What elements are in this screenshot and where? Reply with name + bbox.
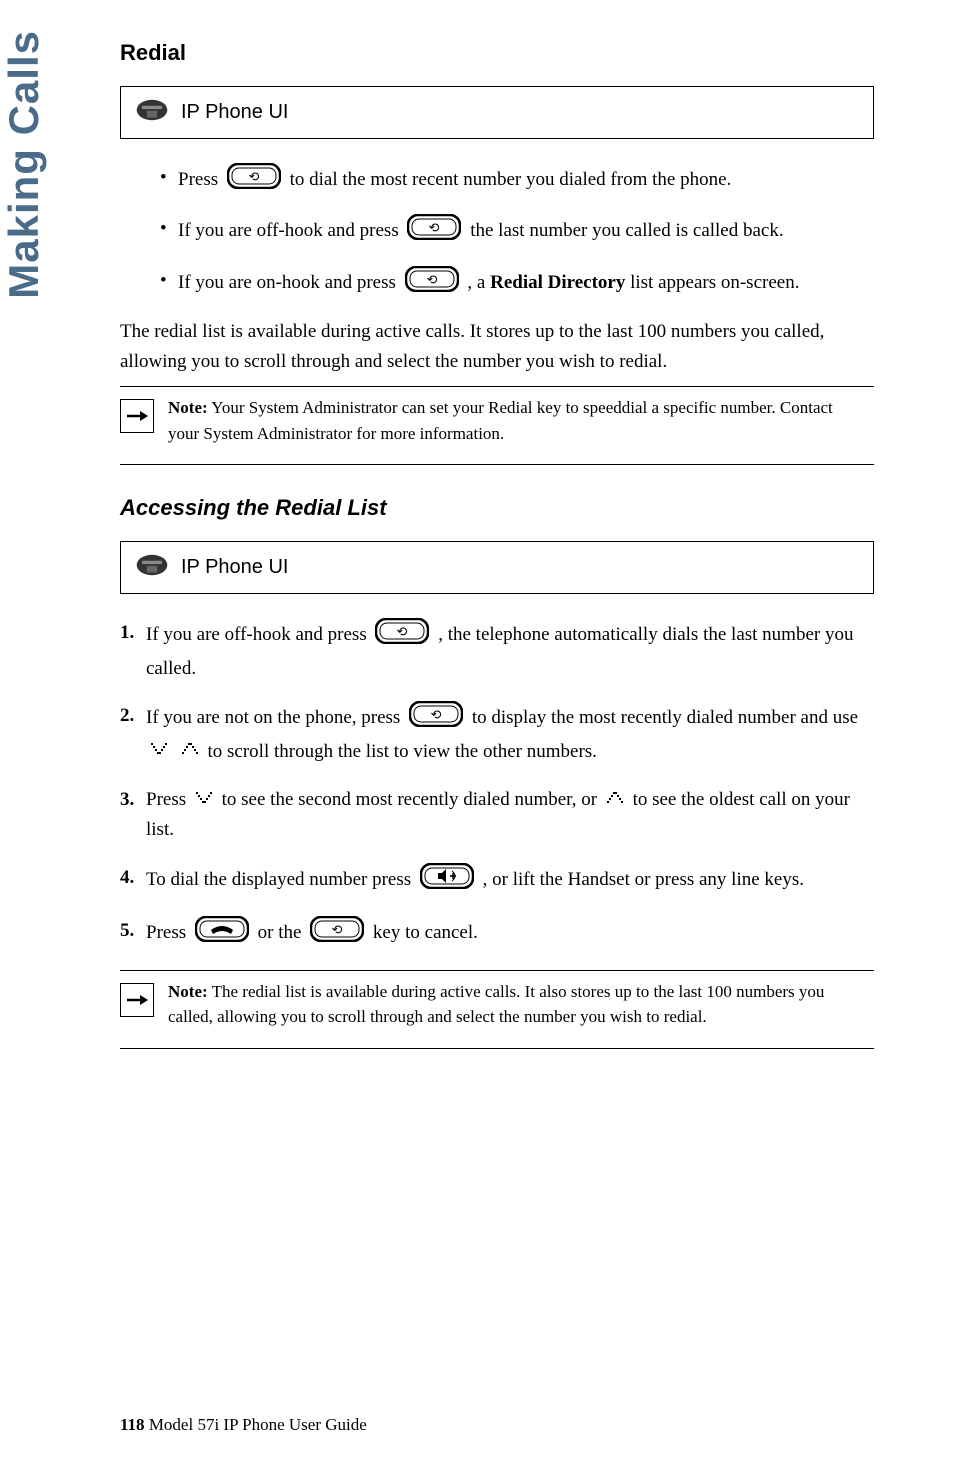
note-block: Note: The redial list is available durin… <box>120 970 874 1049</box>
ip-phone-ui-label: IP Phone UI <box>181 101 288 124</box>
up-arrow-icon <box>605 786 625 815</box>
section-title: Redial <box>120 40 874 66</box>
redial-key-icon: ⟲ <box>405 266 459 301</box>
bullet-item: Press ⟲ to dial the most recent number y… <box>160 163 874 198</box>
text: the last number you called is called bac… <box>470 221 783 242</box>
redial-key-icon: ⟲ <box>407 214 461 249</box>
text: list appears on-screen. <box>625 272 799 293</box>
note-arrow-icon <box>120 983 154 1017</box>
note-body: Your System Administrator can set your R… <box>168 398 833 443</box>
down-arrow-icon <box>194 786 214 815</box>
footer-text: Model 57i IP Phone User Guide <box>145 1415 367 1434</box>
goodbye-key-icon <box>195 916 249 951</box>
step-number: 2. <box>120 701 134 730</box>
step-number: 5. <box>120 916 134 945</box>
bullet-item: If you are on-hook and press ⟲ , a Redia… <box>160 266 874 301</box>
text: If you are on-hook and press <box>178 272 396 293</box>
ip-phone-ui-box: IP Phone UI <box>120 541 874 594</box>
text: To dial the displayed number press <box>146 869 416 890</box>
svg-text:⟲: ⟲ <box>332 922 343 937</box>
page-footer: 118 Model 57i IP Phone User Guide <box>120 1415 367 1435</box>
svg-text:⟲: ⟲ <box>397 624 408 639</box>
note-text: Note: Your System Administrator can set … <box>168 395 874 446</box>
up-arrow-icon <box>180 737 200 766</box>
svg-text:⟲: ⟲ <box>426 272 437 287</box>
note-block: Note: Your System Administrator can set … <box>120 386 874 465</box>
step-item: 2. If you are not on the phone, press ⟲ … <box>120 701 874 767</box>
bullet-list: Press ⟲ to dial the most recent number y… <box>160 163 874 301</box>
redial-key-icon: ⟲ <box>227 163 281 198</box>
side-tab-label: Making Calls <box>0 30 48 299</box>
step-item: 5. Press or the ⟲ key to cancel. <box>120 916 874 951</box>
note-body: The redial list is available during acti… <box>168 982 824 1027</box>
text: Press <box>146 789 191 810</box>
step-item: 3. Press to see the second most recently… <box>120 785 874 845</box>
down-arrow-icon <box>149 737 169 766</box>
redial-key-icon: ⟲ <box>310 916 364 951</box>
text: If you are off-hook and press <box>178 221 399 242</box>
text: to display the most recently dialed numb… <box>472 707 858 728</box>
text: to scroll through the list to view the o… <box>208 741 597 762</box>
page-number: 118 <box>120 1415 145 1434</box>
text: or the <box>258 922 307 943</box>
svg-text:⟲: ⟲ <box>429 220 440 235</box>
text: , or lift the Handset or press any line … <box>483 869 804 890</box>
text: Press <box>178 169 218 190</box>
step-number: 1. <box>120 618 134 647</box>
step-number: 4. <box>120 863 134 892</box>
text: Press <box>146 922 191 943</box>
redial-key-icon: ⟲ <box>375 618 429 653</box>
ip-phone-ui-label: IP Phone UI <box>181 556 288 579</box>
step-item: 1. If you are off-hook and press ⟲ , the… <box>120 618 874 683</box>
note-text: Note: The redial list is available durin… <box>168 979 874 1030</box>
bullet-item: If you are off-hook and press ⟲ the last… <box>160 214 874 249</box>
text-bold: Redial Directory <box>490 272 625 293</box>
note-label: Note: <box>168 398 208 417</box>
subheading: Accessing the Redial List <box>120 495 874 521</box>
text: , a <box>467 272 490 293</box>
phone-icon <box>135 552 169 583</box>
numbered-list: 1. If you are off-hook and press ⟲ , the… <box>120 618 874 951</box>
text: to see the second most recently dialed n… <box>222 789 602 810</box>
text: to dial the most recent number you diale… <box>290 169 732 190</box>
phone-icon <box>135 97 169 128</box>
step-number: 3. <box>120 785 134 814</box>
paragraph: The redial list is available during acti… <box>120 317 874 376</box>
svg-text:⟲: ⟲ <box>248 169 259 184</box>
speaker-key-icon <box>420 863 474 898</box>
redial-key-icon: ⟲ <box>409 701 463 736</box>
text: If you are off-hook and press <box>146 624 371 645</box>
text: If you are not on the phone, press <box>146 707 405 728</box>
ip-phone-ui-box: IP Phone UI <box>120 86 874 139</box>
text: key to cancel. <box>373 922 478 943</box>
note-label: Note: <box>168 982 208 1001</box>
step-item: 4. To dial the displayed number press , … <box>120 863 874 898</box>
svg-text:⟲: ⟲ <box>431 707 442 722</box>
note-arrow-icon <box>120 399 154 433</box>
